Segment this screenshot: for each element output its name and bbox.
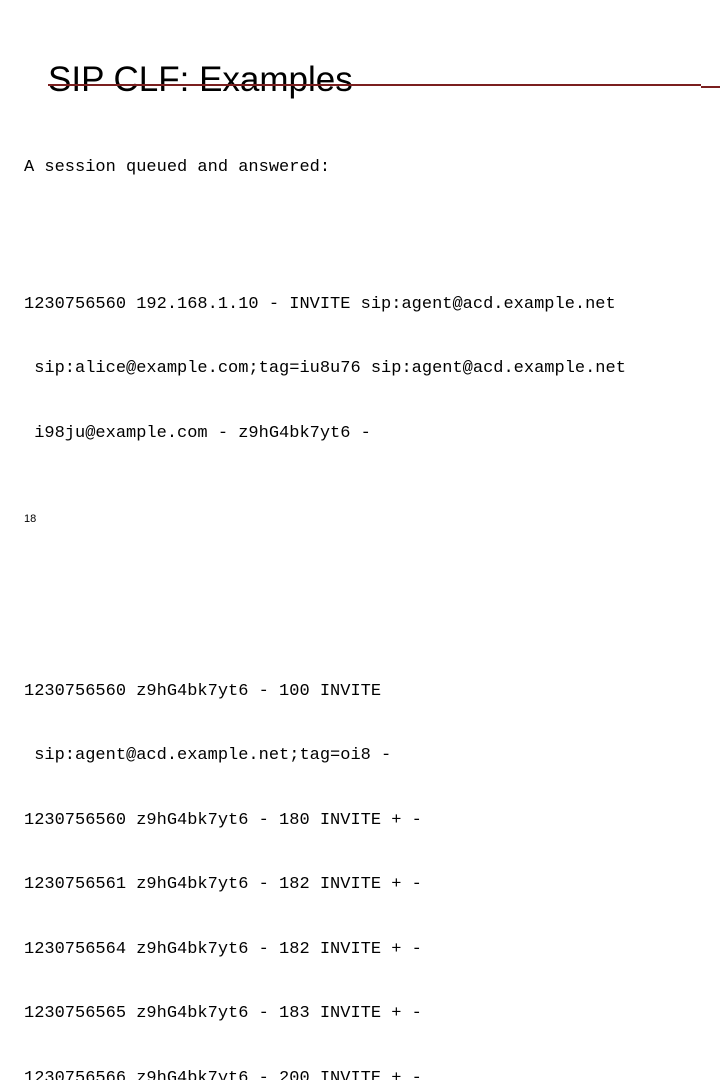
log-line: i98ju@example.com - z9hG4bk7yt6 -: [24, 423, 714, 445]
log-block-responses: 1230756560 z9hG4bk7yt6 - 100 INVITE sip:…: [24, 638, 714, 1080]
log-line: 1230756564 z9hG4bk7yt6 - 182 INVITE + -: [24, 939, 714, 961]
block-spacer: [24, 552, 714, 574]
log-line: 1230756560 z9hG4bk7yt6 - 180 INVITE + -: [24, 810, 714, 832]
log-block-invite-request: 1230756560 192.168.1.10 - INVITE sip:age…: [24, 251, 714, 488]
slide-canvas: SIP CLF: Examples A session queued and a…: [0, 0, 720, 540]
slide-body: A session queued and answered: 123075656…: [24, 92, 714, 1080]
title-divider-rule: [48, 84, 701, 86]
log-line: 1230756561 z9hG4bk7yt6 - 182 INVITE + -: [24, 874, 714, 896]
log-line: 1230756566 z9hG4bk7yt6 - 200 INVITE + -: [24, 1068, 714, 1080]
log-line: 1230756560 192.168.1.10 - INVITE sip:age…: [24, 294, 714, 316]
log-line: sip:alice@example.com;tag=iu8u76 sip:age…: [24, 358, 714, 380]
page-number: 18: [24, 513, 36, 526]
title-divider-rule-tail: [701, 86, 720, 88]
log-line: 1230756560 z9hG4bk7yt6 - 100 INVITE: [24, 681, 714, 703]
log-line: 1230756565 z9hG4bk7yt6 - 183 INVITE + -: [24, 1003, 714, 1025]
log-line: sip:agent@acd.example.net;tag=oi8 -: [24, 745, 714, 767]
intro-caption: A session queued and answered:: [24, 157, 714, 179]
